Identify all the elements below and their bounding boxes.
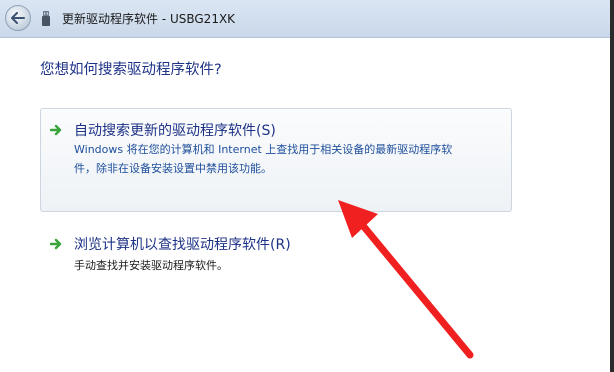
usb-device-icon	[42, 11, 50, 26]
back-arrow-icon	[11, 12, 25, 24]
description-line: 手动查找并安装驱动程序软件。	[74, 259, 228, 272]
browse-computer-option-description: 手动查找并安装驱动程序软件。	[74, 256, 228, 275]
title-bar: 更新驱动程序软件 - USBG21XK	[0, 0, 614, 38]
green-arrow-icon	[50, 124, 62, 136]
auto-search-option-description: Windows 将在您的计算机和 Internet 上查找用于相关设备的最新驱动…	[74, 140, 452, 178]
description-line: Windows 将在您的计算机和 Internet 上查找用于相关设备的最新驱动…	[74, 143, 453, 156]
green-arrow-icon	[50, 238, 62, 250]
browse-computer-option[interactable]: 浏览计算机以查找驱动程序软件(R)	[74, 234, 291, 254]
page-heading: 您想如何搜索驱动程序软件?	[40, 62, 222, 78]
update-driver-dialog: 更新驱动程序软件 - USBG21XK 您想如何搜索驱动程序软件? 自动搜索更新…	[0, 0, 614, 372]
window-edge	[610, 0, 614, 372]
auto-search-option-title[interactable]: 自动搜索更新的驱动程序软件(S)	[74, 120, 276, 140]
window-title: 更新驱动程序软件 - USBG21XK	[62, 12, 236, 26]
back-button[interactable]	[5, 5, 31, 31]
description-line: 件，除非在设备安装设置中禁用该功能。	[74, 162, 272, 175]
